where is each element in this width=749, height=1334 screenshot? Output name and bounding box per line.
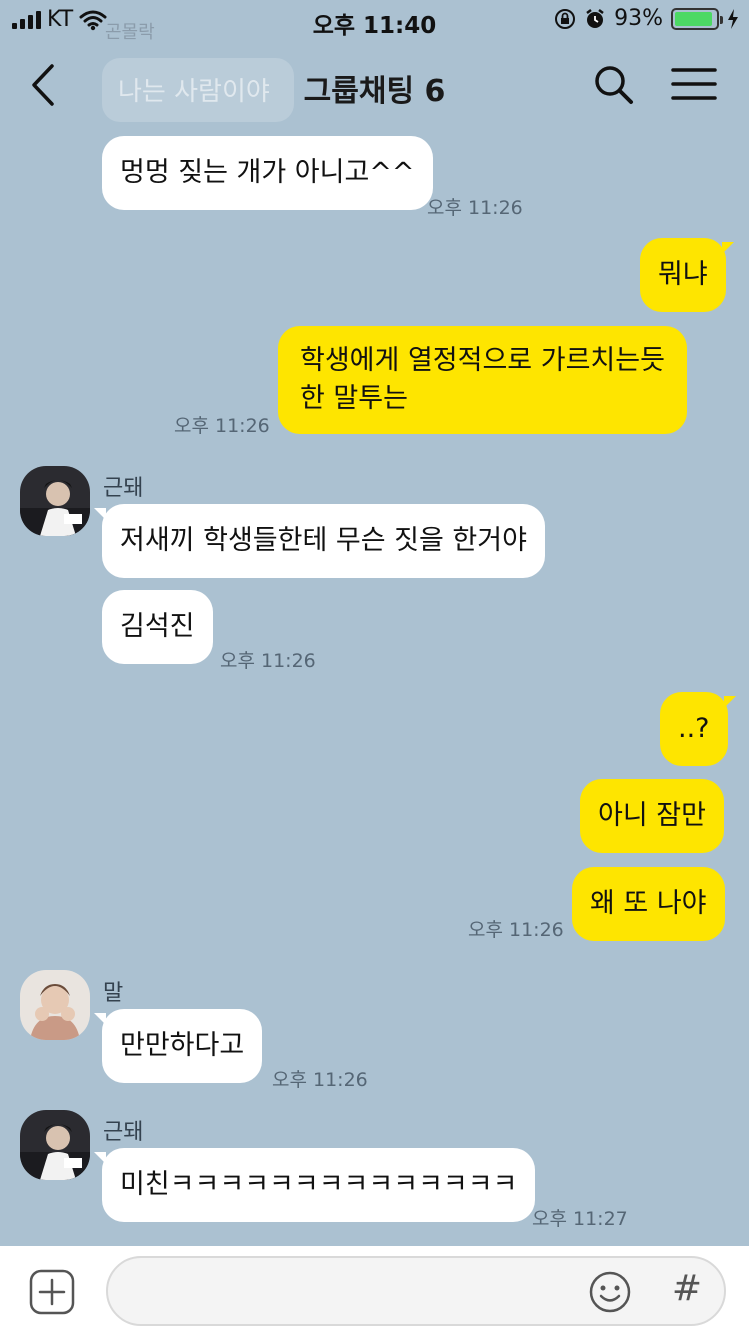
- attach-button[interactable]: [28, 1268, 76, 1316]
- battery-fill: [675, 11, 713, 26]
- hash-button[interactable]: #: [670, 1264, 704, 1314]
- outgoing-message[interactable]: 학생에게 열정적으로 가르치는듯 한 말투는: [278, 326, 687, 434]
- message-line: 한 말투는: [300, 383, 408, 414]
- outgoing-message[interactable]: 아니 잠만: [580, 779, 724, 853]
- incoming-message[interactable]: 김석진: [102, 590, 213, 664]
- outgoing-message[interactable]: 왜 또 나야: [572, 867, 725, 941]
- incoming-message[interactable]: 미친ㅋㅋㅋㅋㅋㅋㅋㅋㅋㅋㅋㅋㅋㅋ: [93, 1148, 536, 1222]
- avatar-photo: [20, 970, 90, 1040]
- message-input[interactable]: [106, 1256, 726, 1326]
- smiley-icon: [589, 1271, 631, 1313]
- rotation-lock-icon: [555, 8, 576, 29]
- plus-square-icon: [29, 1269, 75, 1315]
- message-input-bar: #: [0, 1246, 749, 1334]
- avatar-photo: [20, 1110, 90, 1180]
- ghost-sender-name: 곤몰락: [105, 22, 155, 43]
- sender-name: 말: [103, 981, 124, 1006]
- avatar-geundwae[interactable]: [20, 1110, 90, 1180]
- avatar-mal[interactable]: [20, 970, 90, 1040]
- message-time: 오후 11:26: [272, 1069, 368, 1091]
- avatar-geundwae[interactable]: [20, 466, 90, 536]
- battery-icon: [671, 7, 723, 30]
- battery-percent: 93%: [614, 6, 663, 31]
- message-time: 오후 11:26: [427, 197, 523, 219]
- outgoing-message[interactable]: ..?: [660, 692, 735, 766]
- charging-bolt-icon: [728, 8, 738, 29]
- sender-name: 근돼: [103, 1120, 144, 1145]
- hamburger-menu-icon: [671, 68, 717, 100]
- outgoing-message[interactable]: 뭐냐: [640, 238, 734, 312]
- message-time: 오후 11:27: [532, 1208, 628, 1230]
- emoji-button[interactable]: [588, 1270, 632, 1314]
- sender-name: 근돼: [103, 476, 144, 501]
- message-time: 오후 11:26: [220, 650, 316, 672]
- incoming-message[interactable]: 멍멍 짖는 개가 아니고^^: [102, 136, 433, 210]
- message-line: 학생에게 열정적으로 가르치는듯: [300, 345, 665, 376]
- incoming-message[interactable]: 만만하다고: [93, 1009, 263, 1083]
- status-right: 93%: [554, 6, 739, 31]
- message-time: 오후 11:26: [468, 919, 564, 941]
- search-icon: [595, 66, 633, 104]
- menu-button[interactable]: [668, 64, 720, 104]
- chat-header: 그룹채팅 6: [0, 50, 749, 120]
- message-time: 오후 11:26: [174, 415, 270, 437]
- avatar-photo: [20, 466, 90, 536]
- incoming-message[interactable]: 저새끼 학생들한테 무슨 짓을 한거야: [94, 504, 545, 578]
- search-button[interactable]: [590, 62, 640, 108]
- alarm-icon: [586, 8, 604, 28]
